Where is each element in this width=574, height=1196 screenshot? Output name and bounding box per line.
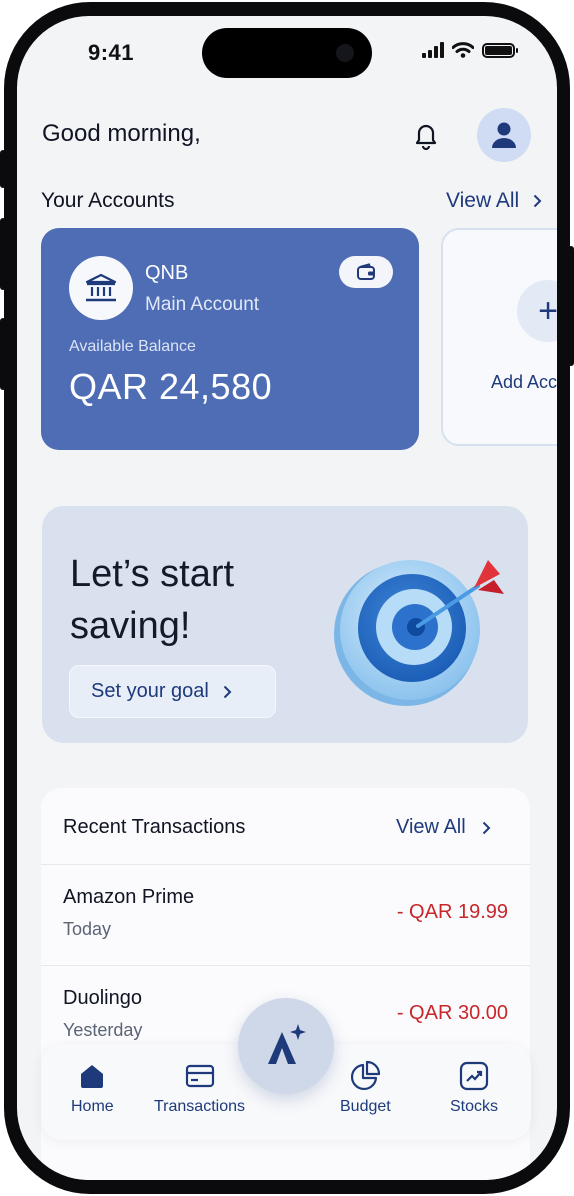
transaction-amount: - QAR 19.99 [396, 901, 508, 923]
bank-name: QNB [145, 262, 189, 284]
nav-home[interactable]: Home [71, 1060, 114, 1116]
volume-up-button [0, 218, 6, 290]
nav-budget[interactable]: Budget [340, 1060, 391, 1116]
battery-icon [482, 42, 518, 58]
target-illustration [334, 560, 504, 706]
plus-icon: + [517, 280, 557, 342]
app-screen: 9:41 Good morning, Your Accounts View Al… [17, 16, 557, 1180]
trend-icon [459, 1061, 489, 1091]
view-all-label: View All [446, 189, 520, 212]
signal-icon [422, 42, 444, 58]
nav-transactions-label: Transactions [154, 1098, 245, 1115]
wifi-icon [452, 42, 474, 58]
balance-value: QAR 24,580 [69, 366, 273, 407]
assistant-fab[interactable] [238, 998, 334, 1094]
chevron-right-icon [223, 685, 232, 698]
status-icons [422, 42, 518, 58]
bank-icon [85, 273, 117, 302]
nav-stocks[interactable]: Stocks [450, 1060, 498, 1116]
transactions-view-all-link[interactable]: View All [396, 816, 491, 839]
transaction-row[interactable]: Amazon Prime Today - QAR 19.99 [41, 864, 530, 964]
volume-down-button [0, 318, 6, 390]
transaction-amount: - QAR 30.00 [396, 1002, 508, 1024]
greeting-text: Good morning, [42, 120, 201, 147]
power-button [568, 246, 574, 366]
nav-stocks-label: Stocks [450, 1098, 499, 1115]
transaction-date: Yesterday [63, 1020, 143, 1040]
bank-logo [69, 256, 133, 320]
bell-icon[interactable] [409, 118, 443, 152]
wallet-button[interactable] [339, 256, 393, 288]
accounts-view-all-link[interactable]: View All [446, 189, 542, 213]
home-icon [81, 1065, 104, 1088]
chevron-right-icon [533, 194, 542, 208]
balance-label: Available Balance [69, 338, 196, 355]
transactions-title: Recent Transactions [63, 816, 246, 838]
camera-icon [336, 44, 354, 62]
transaction-name: Duolingo [63, 987, 142, 1009]
nav-home-label: Home [71, 1098, 114, 1115]
nav-budget-label: Budget [340, 1098, 391, 1115]
accounts-title: Your Accounts [41, 189, 175, 212]
savings-promo-card: Let’s start saving! Set your goal [42, 506, 528, 743]
add-account-card[interactable]: + Add Acc [441, 228, 557, 446]
nav-transactions[interactable]: Transactions [154, 1060, 245, 1116]
set-goal-label: Set your goal [91, 680, 209, 702]
wallet-icon [357, 263, 375, 280]
view-all-label: View All [396, 816, 466, 838]
transaction-date: Today [63, 919, 112, 939]
savings-title: Let’s start saving! [70, 553, 235, 647]
set-goal-button[interactable]: Set your goal [69, 665, 276, 718]
action-button [0, 150, 6, 188]
user-icon [492, 122, 516, 148]
profile-avatar[interactable] [477, 108, 531, 162]
chevron-right-icon [482, 821, 491, 834]
account-card-main[interactable]: QNB Main Account Available Balance QAR 2… [41, 228, 419, 450]
sparkle-logo-icon [268, 1024, 306, 1064]
account-type: Main Account [145, 294, 260, 315]
pie-chart-icon [351, 1060, 381, 1091]
status-time: 9:41 [88, 40, 135, 65]
add-account-label: Add Acc [491, 372, 557, 392]
card-icon [185, 1064, 214, 1088]
transaction-name: Amazon Prime [63, 886, 195, 908]
dynamic-island [202, 28, 372, 78]
